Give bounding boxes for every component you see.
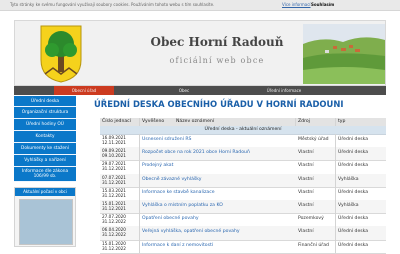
sidebar-item-kontakty[interactable]: Kontakty: [14, 131, 76, 143]
site-header: Obec Horní Radouň oficiální web obce: [14, 20, 386, 86]
date-cell: 06.04.2020 31.12.2022: [100, 226, 140, 240]
removal-date: 31.12.2021: [102, 179, 126, 185]
cookie-bar: Tyto stránky ke svému fungování využívaj…: [0, 0, 400, 11]
type-cell: Úřední deska: [338, 242, 369, 248]
table-row: 16.09.2021 12.11.2021 Usnesení sdružení RS…: [100, 134, 386, 149]
table-row: 15.03.2021 31.12.2021 Informace ke stavbě …: [100, 186, 386, 201]
source-cell: Vlastní: [296, 160, 336, 174]
removal-date: 09.10.2021: [102, 153, 126, 159]
table-row: 15.01.2021 31.12.2021 Vyhláška o místním p…: [100, 200, 386, 215]
weather-widget: Aktuální počasí v obci: [14, 187, 76, 247]
sidebar-item-dokumenty[interactable]: Dokumenty ke stažení: [14, 143, 76, 155]
date-cell: 15.01.2020 31.12.2022: [100, 239, 140, 253]
column-header-typ: typ: [338, 119, 346, 124]
removal-date: 31.12.2022: [102, 232, 126, 238]
date-cell: 07.07.2021 31.12.2021: [100, 173, 140, 187]
type-cell: Úřední deska: [338, 163, 369, 169]
sidebar-item-informace-zakon[interactable]: Informace dle zákona 106/99 sb.: [14, 167, 76, 182]
main-content: ÚŘEDNÍ DESKA OBECNÍHO ÚŘADU V HORNÍ RADO…: [80, 96, 386, 254]
weather-heading: Aktuální počasí v obci: [15, 188, 75, 196]
column-header-cislo: Číslo jednací: [102, 119, 131, 124]
type-cell: Vyhláška: [338, 176, 359, 182]
removal-date: 31.12.2021: [102, 206, 126, 211]
village-photo: [303, 24, 385, 84]
date-cell: 15.01.2021 31.12.2021: [100, 200, 140, 214]
type-cell: Úřední deska: [338, 216, 369, 222]
top-navigation: Obecní úřad Obec Úřední informace: [14, 86, 386, 95]
type-cell: Úřední deska: [338, 150, 369, 156]
date-cell: 27.07.2020 31.12.2022: [100, 213, 140, 227]
removal-date: 31.12.2022: [102, 219, 126, 225]
nav-obecni-urad[interactable]: Obecní úřad: [54, 86, 114, 95]
removal-date: 12.11.2021: [102, 140, 126, 145]
table-row: 15.01.2020 31.12.2022 Informace k daní z n…: [100, 239, 386, 254]
source-cell: Vlastní: [296, 200, 336, 214]
sidebar-item-organizacni-struktura[interactable]: Organizační struktura: [14, 107, 76, 119]
sidebar: Úřední deska Organizační struktura Úředn…: [14, 96, 76, 250]
weather-image: [19, 199, 73, 245]
source-cell: Finanční úřad: [296, 239, 336, 253]
column-header-nazev: Název oznámení: [176, 119, 215, 124]
type-cell: Úřední deska: [338, 189, 369, 195]
cookie-accept-button[interactable]: Souhlasím: [311, 0, 334, 10]
column-header-vyveseno: Vyvěšeno: [142, 119, 165, 124]
nav-uredni-informace[interactable]: Úřední informace: [244, 86, 324, 95]
page-title: ÚŘEDNÍ DESKA OBECNÍHO ÚŘADU V HORNÍ RADO…: [94, 99, 344, 109]
sidebar-item-uredni-hodiny[interactable]: Úřední hodiny OÚ: [14, 119, 76, 131]
table-row: 06.04.2020 31.12.2022 Veřejná vyhláška, op…: [100, 226, 386, 241]
removal-date: 31.12.2021: [102, 166, 126, 172]
source-cell: Vlastní: [296, 226, 336, 240]
source-cell: Vlastní: [296, 147, 336, 161]
source-cell: Pozemkový úřad: [296, 213, 336, 233]
table-row: 09.09.2021 09.10.2021 Rozpočet obce na rok…: [100, 147, 386, 162]
cookie-text: Tyto stránky ke svému fungování využívaj…: [10, 2, 215, 7]
sidebar-item-vyhlasky[interactable]: Vyhlášky a nařízení: [14, 155, 76, 167]
removal-date: 31.12.2021: [102, 192, 126, 198]
type-cell: Úřední deska: [338, 137, 369, 142]
date-cell: 16.09.2021 12.11.2021: [100, 134, 140, 148]
cookie-more-link[interactable]: Více informací: [282, 0, 311, 10]
source-cell: Městský úřad: [296, 134, 336, 148]
coat-of-arms-logo[interactable]: [39, 24, 83, 84]
site-title: Obec Horní Radouň: [150, 35, 284, 49]
type-cell: Vyhláška: [338, 203, 359, 208]
nav-obec[interactable]: Obec: [164, 86, 204, 95]
column-header-zdroj: Zdroj: [298, 119, 310, 124]
type-cell: Úřední deska: [338, 229, 369, 235]
sidebar-item-uredni-deska[interactable]: Úřední deska: [14, 96, 76, 107]
table-row: 29.07.2021 31.12.2021 Prodejný akat Vlastní…: [100, 160, 386, 175]
date-cell: 29.07.2021 31.12.2021: [100, 160, 140, 174]
source-cell: Vlastní: [296, 186, 336, 200]
source-cell: Vlastní: [296, 173, 336, 187]
table-row: 07.07.2021 31.12.2021 Obecně závazné vyhlá…: [100, 173, 386, 188]
table-row: 27.07.2020 31.12.2022 Opatření obecné pova…: [100, 213, 386, 233]
site-subtitle: oficiální web obce: [169, 56, 265, 65]
date-cell: 09.09.2021 09.10.2021: [100, 147, 140, 161]
date-cell: 15.03.2021 31.12.2021: [100, 186, 140, 200]
